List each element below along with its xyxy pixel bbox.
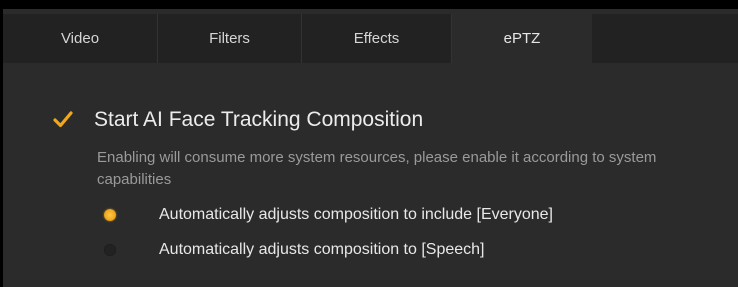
checkmark-icon xyxy=(52,109,74,131)
tab-effects[interactable]: Effects xyxy=(302,14,452,63)
radio-option-speech[interactable]: Automatically adjusts composition to [Sp… xyxy=(104,241,485,259)
radio-unselected-icon xyxy=(104,244,116,256)
radio-selected-icon xyxy=(104,209,116,221)
radio-option-label: Automatically adjusts composition to inc… xyxy=(159,206,553,223)
tab-filters[interactable]: Filters xyxy=(158,14,302,63)
tab-bar: Video Filters Effects ePTZ xyxy=(3,14,738,63)
radio-option-label: Automatically adjusts composition to [Sp… xyxy=(159,241,485,258)
radio-option-everyone[interactable]: Automatically adjusts composition to inc… xyxy=(104,206,553,224)
face-tracking-description: Enabling will consume more system resour… xyxy=(97,149,657,188)
tab-eptz[interactable]: ePTZ xyxy=(452,14,592,63)
face-tracking-label: Start AI Face Tracking Composition xyxy=(94,108,424,131)
tab-video[interactable]: Video xyxy=(3,14,158,63)
face-tracking-checkbox[interactable]: Start AI Face Tracking Composition xyxy=(52,108,423,132)
